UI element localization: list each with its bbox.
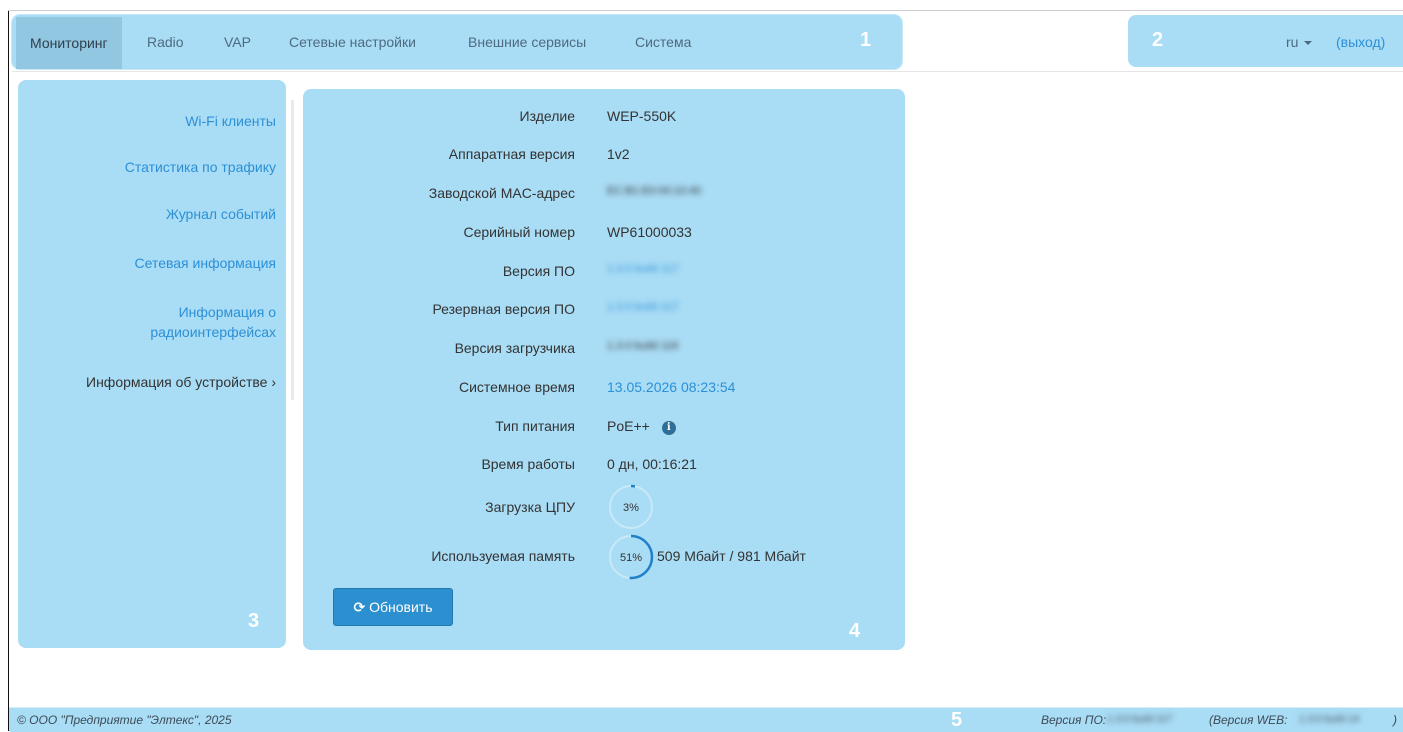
refresh-label: Обновить — [369, 599, 433, 615]
sidebar-menu: Wi-Fi клиенты Статистика по трафику Журн… — [18, 80, 286, 648]
region-number-5: 5 — [951, 709, 963, 731]
copyright-text: © ООО "Предприятие "Элтекс", 2025 — [17, 713, 232, 727]
value-fw-version: 1.3.0 build 117 — [607, 263, 679, 275]
header-divider — [12, 71, 1403, 72]
sidebar-item-label: Информация о — [178, 304, 276, 320]
label-cpu-load: Загрузка ЦПУ — [485, 499, 575, 515]
region-number-3: 3 — [248, 610, 260, 632]
sidebar-item-device-info[interactable]: Информация об устройстве › — [86, 372, 276, 392]
value-system-time[interactable]: 13.05.2026 08:23:54 — [607, 379, 735, 395]
value-hw-version: 1v2 — [607, 146, 630, 162]
web-version-value: 1.3.0 build 14 — [1299, 714, 1360, 725]
region-number-1: 1 — [860, 29, 872, 51]
nav-tab-network-settings[interactable]: Сетевые настройки — [289, 15, 416, 69]
sidebar-item-network-info[interactable]: Сетевая информация — [135, 253, 276, 273]
sidebar-item-label: радиоинтерфейсах — [150, 324, 276, 340]
web-version-close: ) — [1393, 713, 1397, 727]
cpu-load-gauge: 3% — [608, 484, 654, 530]
sidebar-item-radio-interfaces[interactable]: Информация о радиоинтерфейсах — [150, 302, 276, 342]
label-mac: Заводской MAC-адрес — [428, 185, 575, 201]
caret-down-icon — [1304, 41, 1313, 46]
sidebar-item-event-log[interactable]: Журнал событий — [166, 204, 276, 224]
memory-gauge: 51% — [608, 534, 654, 580]
label-uptime: Время работы — [481, 456, 575, 472]
region-number-2: 2 — [1152, 29, 1164, 51]
language-label: ru — [1286, 34, 1299, 50]
label-bootloader: Версия загрузчика — [454, 340, 575, 356]
refresh-icon: ⟳ — [353, 599, 366, 615]
window-frame-top — [8, 10, 1403, 11]
label-product: Изделие — [519, 108, 575, 124]
chevron-right-icon: › — [271, 374, 276, 390]
language-dropdown[interactable]: ru — [1286, 15, 1313, 67]
memory-gauge-label: 51% — [620, 552, 642, 564]
value-mac: EC:B1:E0:00:10:40 — [607, 185, 702, 197]
main-navbar: Мониторинг Radio VAP Сетевые настройки В… — [12, 15, 902, 69]
info-icon[interactable]: i — [661, 421, 676, 435]
user-menu-bar: 2 ru (выход) — [1128, 15, 1403, 67]
nav-tab-system[interactable]: Система — [635, 15, 691, 69]
value-backup-fw: 1.3.0 build 117 — [607, 301, 679, 313]
label-hw-version: Аппаратная версия — [448, 146, 575, 162]
label-backup-fw: Резервная версия ПО — [432, 301, 575, 317]
value-power-type: PoE++ — [607, 418, 650, 434]
value-serial: WP61000033 — [607, 224, 692, 240]
label-power-type: Тип питания — [495, 418, 575, 434]
window-frame-left — [8, 10, 9, 731]
label-serial: Серийный номер — [463, 224, 575, 240]
value-bootloader: 1.3.0 build 116 — [607, 340, 679, 352]
nav-tab-radio[interactable]: Radio — [147, 15, 184, 69]
label-system-time: Системное время — [458, 379, 575, 395]
value-power-type-row: PoE++ i — [607, 418, 676, 435]
cpu-gauge-label: 3% — [623, 502, 639, 514]
sidebar-item-label: Информация об устройстве — [86, 374, 268, 390]
logout-link[interactable]: (выход) — [1336, 15, 1385, 67]
web-version-label: (Версия WEB: — [1209, 713, 1288, 727]
nav-tab-external-services[interactable]: Внешние сервисы — [468, 15, 586, 69]
region-number-4: 4 — [849, 620, 861, 642]
fw-version-label: Версия ПО: — [1041, 713, 1107, 727]
fw-version-value: 1.3.0 build 117 — [1107, 714, 1172, 725]
value-product: WEP-550K — [607, 108, 677, 124]
sidebar-scrollbar[interactable] — [291, 100, 294, 400]
label-fw-version: Версия ПО — [502, 263, 575, 279]
label-memory: Используемая память — [431, 548, 575, 564]
sidebar-item-wifi-clients[interactable]: Wi-Fi клиенты — [185, 111, 276, 131]
device-info-panel: Изделие WEP-550K Аппаратная версия 1v2 З… — [303, 89, 905, 650]
value-memory-detail: 509 Мбайт / 981 Мбайт — [657, 548, 806, 564]
refresh-button[interactable]: ⟳ Обновить — [333, 588, 453, 626]
nav-tab-monitoring[interactable]: Мониторинг — [16, 17, 122, 69]
nav-tab-vap[interactable]: VAP — [224, 15, 251, 69]
value-uptime: 0 дн, 00:16:21 — [607, 456, 697, 472]
footer: © ООО "Предприятие "Элтекс", 2025 5 Верс… — [9, 707, 1403, 732]
sidebar-item-traffic-stats[interactable]: Статистика по трафику — [125, 157, 276, 177]
